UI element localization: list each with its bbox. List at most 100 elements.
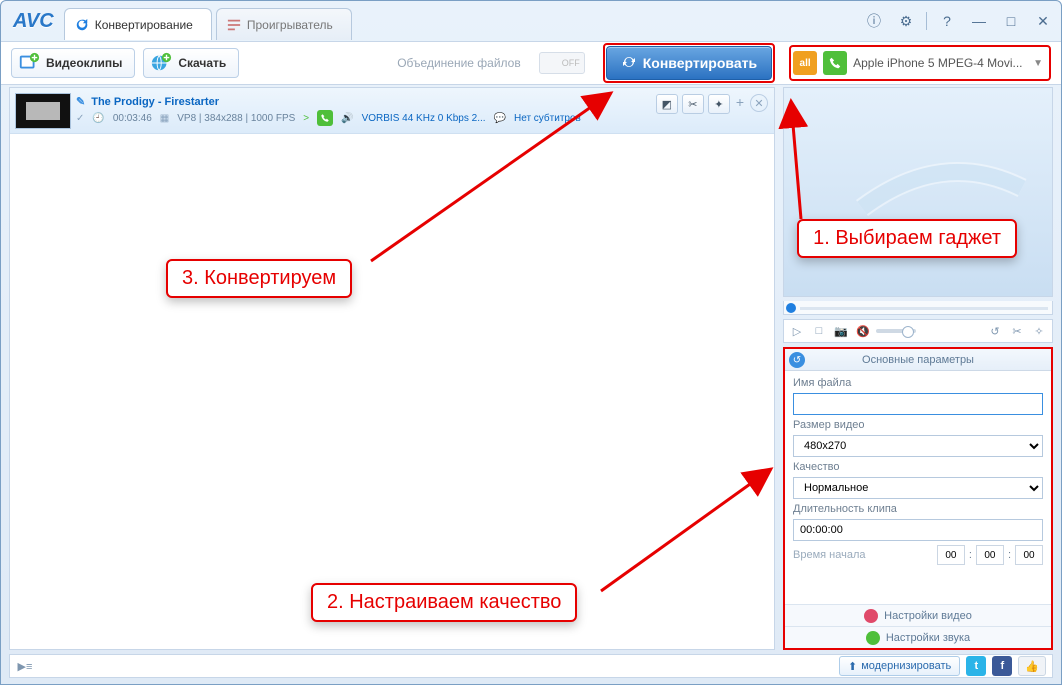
stop-icon[interactable]: □	[810, 322, 828, 340]
video-settings-label: Настройки видео	[884, 610, 972, 622]
facebook-icon[interactable]: f	[992, 656, 1012, 676]
clock-icon: 🕘	[92, 113, 104, 124]
clip-title: The Prodigy - Firestarter	[91, 96, 219, 108]
phone-icon[interactable]	[823, 51, 847, 75]
start-time-row: Время начала : :	[793, 545, 1043, 565]
params-highlight: ↺ Основные параметры Имя файла Размер ви…	[783, 347, 1053, 650]
app-window: AVC Конвертирование Проигрыватель ⓘ ⚙ ? …	[0, 0, 1062, 685]
chevron-down-icon[interactable]: ▼	[1033, 58, 1043, 69]
remove-clip-icon[interactable]: ✕	[750, 94, 768, 112]
statusbar: ▶≡ ⬆ модернизировать t f 👍	[9, 654, 1053, 678]
fx-icon[interactable]: ✧	[1030, 322, 1048, 340]
seek-handle[interactable]	[786, 303, 796, 313]
preview-area[interactable]	[783, 87, 1053, 297]
size-select[interactable]: 480x270	[793, 435, 1043, 457]
window-controls: ⓘ ⚙ ? — □ ✕	[862, 11, 1055, 31]
convert-label: Конвертировать	[643, 55, 757, 71]
clip-meta: ✓ 🕘 00:03:46 ▦ VP8 | 384x288 | 1000 FPS …	[76, 110, 656, 126]
workarea: ✎ The Prodigy - Firestarter ✓ 🕘 00:03:46…	[9, 87, 1053, 650]
download-label: Скачать	[178, 56, 226, 70]
profile-highlight: all Apple iPhone 5 MPEG-4 Movi... ▼	[789, 45, 1051, 81]
seek-track	[800, 307, 1048, 310]
add-clips-button[interactable]: Видеоклипы	[11, 48, 135, 78]
tab-player[interactable]: Проигрыватель	[216, 8, 352, 40]
play-icon[interactable]: ▷	[788, 322, 806, 340]
audio-settings-section[interactable]: Настройки звука	[785, 626, 1051, 648]
add-icon[interactable]: +	[736, 94, 744, 110]
tab-convert[interactable]: Конвертирование	[64, 8, 212, 40]
convert-highlight: Конвертировать	[603, 43, 775, 83]
params-header: ↺ Основные параметры	[785, 349, 1051, 371]
download-button[interactable]: Скачать	[143, 48, 239, 78]
cut2-icon[interactable]: ✂	[1008, 322, 1026, 340]
like-icon[interactable]: 👍	[1018, 656, 1046, 676]
video-codec-icon: ▦	[160, 113, 169, 124]
convert-button[interactable]: Конвертировать	[606, 46, 772, 80]
play-list-icon	[227, 18, 241, 32]
phone-small-icon	[317, 110, 333, 126]
titlebar: AVC Конвертирование Проигрыватель ⓘ ⚙ ? …	[1, 1, 1061, 41]
all-devices-badge[interactable]: all	[793, 51, 817, 75]
pencil-icon[interactable]: ✎	[76, 95, 85, 108]
callout-2-text: 2. Настраиваем качество	[327, 591, 561, 613]
app-logo: AVC	[13, 10, 54, 33]
audio-dot-icon	[866, 631, 880, 645]
gear-icon[interactable]: ⚙	[894, 11, 918, 31]
right-panel: ▷ □ 📷 🔇 ↺ ✂ ✧ ↺ Основные параметры Имя ф…	[783, 87, 1053, 650]
volume-slider[interactable]	[876, 329, 916, 333]
start-h[interactable]	[937, 545, 965, 565]
maximize-button[interactable]: □	[999, 11, 1023, 31]
clip-duration: 00:03:46	[113, 113, 152, 124]
help-icon[interactable]: ?	[935, 11, 959, 31]
up-arrow-icon: ⬆	[848, 660, 857, 673]
globe-plus-icon	[150, 52, 172, 74]
quality-select[interactable]: Нормальное	[793, 477, 1043, 499]
filename-label: Имя файла	[793, 377, 1043, 389]
seek-bar[interactable]	[783, 301, 1053, 315]
playlist-icon[interactable]: ▶≡	[16, 657, 34, 675]
clip-thumbnail[interactable]	[15, 93, 71, 129]
clip-list: ✎ The Prodigy - Firestarter ✓ 🕘 00:03:46…	[9, 87, 775, 650]
clip-row[interactable]: ✎ The Prodigy - Firestarter ✓ 🕘 00:03:46…	[10, 88, 774, 134]
minimize-button[interactable]: —	[967, 11, 991, 31]
add-clips-label: Видеоклипы	[46, 56, 122, 70]
start-m[interactable]	[976, 545, 1004, 565]
tab-player-label: Проигрыватель	[247, 18, 333, 32]
check-icon[interactable]: ✓	[76, 113, 84, 124]
merge-label: Объединение файлов	[397, 56, 521, 70]
callout-3-text: 3. Конвертируем	[182, 267, 336, 289]
arrow-icon: >	[303, 113, 309, 124]
duration-label: Длительность клипа	[793, 503, 1043, 515]
audio-settings-label: Настройки звука	[886, 632, 970, 644]
video-settings-section[interactable]: Настройки видео	[785, 604, 1051, 626]
quality-label: Качество	[793, 461, 1043, 473]
clip-info: ✎ The Prodigy - Firestarter ✓ 🕘 00:03:46…	[76, 88, 656, 133]
callout-1: 1. Выбираем гаджет	[797, 219, 1017, 258]
effects-icon[interactable]: ✦	[708, 94, 730, 114]
toolbar: Видеоклипы Скачать Объединение файлов OF…	[1, 41, 1061, 85]
mute-icon[interactable]: 🔇	[854, 322, 872, 340]
preview-controls: ▷ □ 📷 🔇 ↺ ✂ ✧	[783, 319, 1053, 343]
close-button[interactable]: ✕	[1031, 11, 1055, 31]
duration-input[interactable]	[793, 519, 1043, 541]
filename-input[interactable]	[793, 393, 1043, 415]
tab-convert-label: Конвертирование	[95, 18, 193, 32]
upgrade-button[interactable]: ⬆ модернизировать	[839, 656, 960, 676]
profile-name[interactable]: Apple iPhone 5 MPEG-4 Movi...	[853, 56, 1023, 70]
callout-2: 2. Настраиваем качество	[311, 583, 577, 622]
merge-toggle[interactable]: OFF	[539, 52, 585, 74]
start-label: Время начала	[793, 549, 933, 561]
snapshot-icon[interactable]: 📷	[832, 322, 850, 340]
params-body: Имя файла Размер видео 480x270 Качество …	[785, 371, 1051, 604]
start-s[interactable]	[1015, 545, 1043, 565]
crop-icon[interactable]: ◩	[656, 94, 678, 114]
sync-icon	[621, 54, 637, 73]
size-label: Размер видео	[793, 419, 1043, 431]
callout-3: 3. Конвертируем	[166, 259, 352, 298]
cut-icon[interactable]: ✂	[682, 94, 704, 114]
info-icon[interactable]: ⓘ	[862, 11, 886, 31]
rotate-icon[interactable]: ↺	[986, 322, 1004, 340]
twitter-icon[interactable]: t	[966, 656, 986, 676]
reset-icon[interactable]: ↺	[789, 352, 805, 368]
callout-1-text: 1. Выбираем гаджет	[813, 227, 1001, 249]
